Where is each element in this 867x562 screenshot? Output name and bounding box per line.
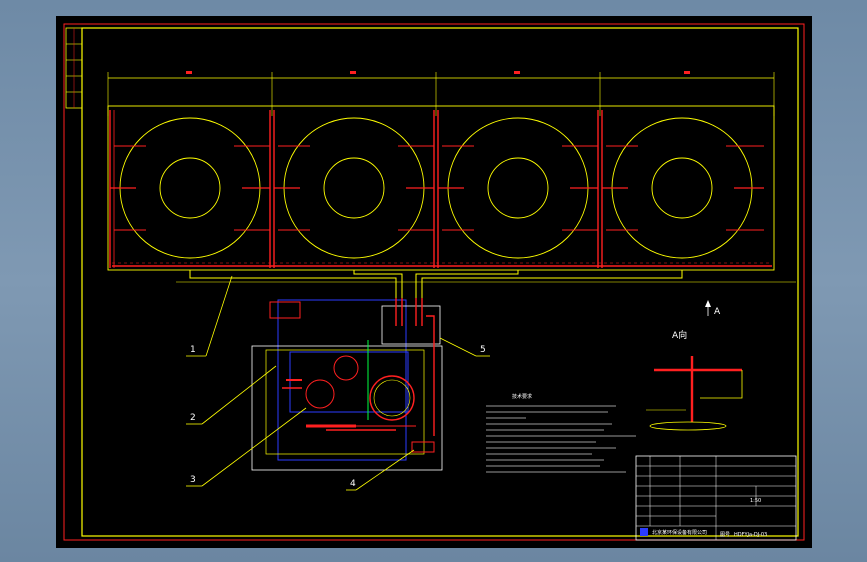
tank-cell-2: [274, 117, 434, 259]
callout-4: 4: [350, 479, 356, 489]
drawing-number: HDFYJa-DJ-03: [734, 532, 767, 538]
top-dimension: [107, 71, 775, 116]
room-pipes: [326, 298, 435, 436]
callout-3: 3: [190, 475, 196, 485]
drawing-scale: 1:50: [750, 498, 761, 504]
cad-drawing: 1 2 3 4 5 A A向 技术要求 北京某环保设备有限公司 图号 HDFYJ…: [63, 23, 805, 541]
drawing-label: 图号: [720, 532, 730, 538]
a-view-detail: A向: [646, 329, 743, 431]
technical-notes: 技术要求: [486, 393, 636, 473]
callout-2: 2: [190, 413, 196, 423]
binding-strip: [65, 27, 83, 109]
cad-viewport[interactable]: 1 2 3 4 5 A A向 技术要求 北京某环保设备有限公司 图号 HDFYJ…: [56, 16, 812, 548]
equipment-room: [251, 299, 443, 471]
tank-cell-1: [110, 117, 270, 259]
vessels: [282, 340, 435, 453]
direction-arrow: A: [705, 300, 721, 317]
callout-1: 1: [190, 345, 196, 355]
notes-title: 技术要求: [512, 393, 532, 400]
title-block: 北京某环保设备有限公司 图号 HDFYJa-DJ-03 1:50: [635, 455, 797, 541]
tank-cell-4: [602, 117, 764, 259]
pipe-headers: [109, 110, 772, 268]
collection-pipes: [176, 270, 796, 298]
view-label: A向: [672, 329, 687, 341]
tank-cell-3: [438, 117, 598, 259]
leader-lines: [186, 275, 490, 491]
arrow-label: A: [714, 307, 721, 317]
company-name: 北京某环保设备有限公司: [652, 529, 707, 536]
callout-5: 5: [480, 345, 486, 355]
